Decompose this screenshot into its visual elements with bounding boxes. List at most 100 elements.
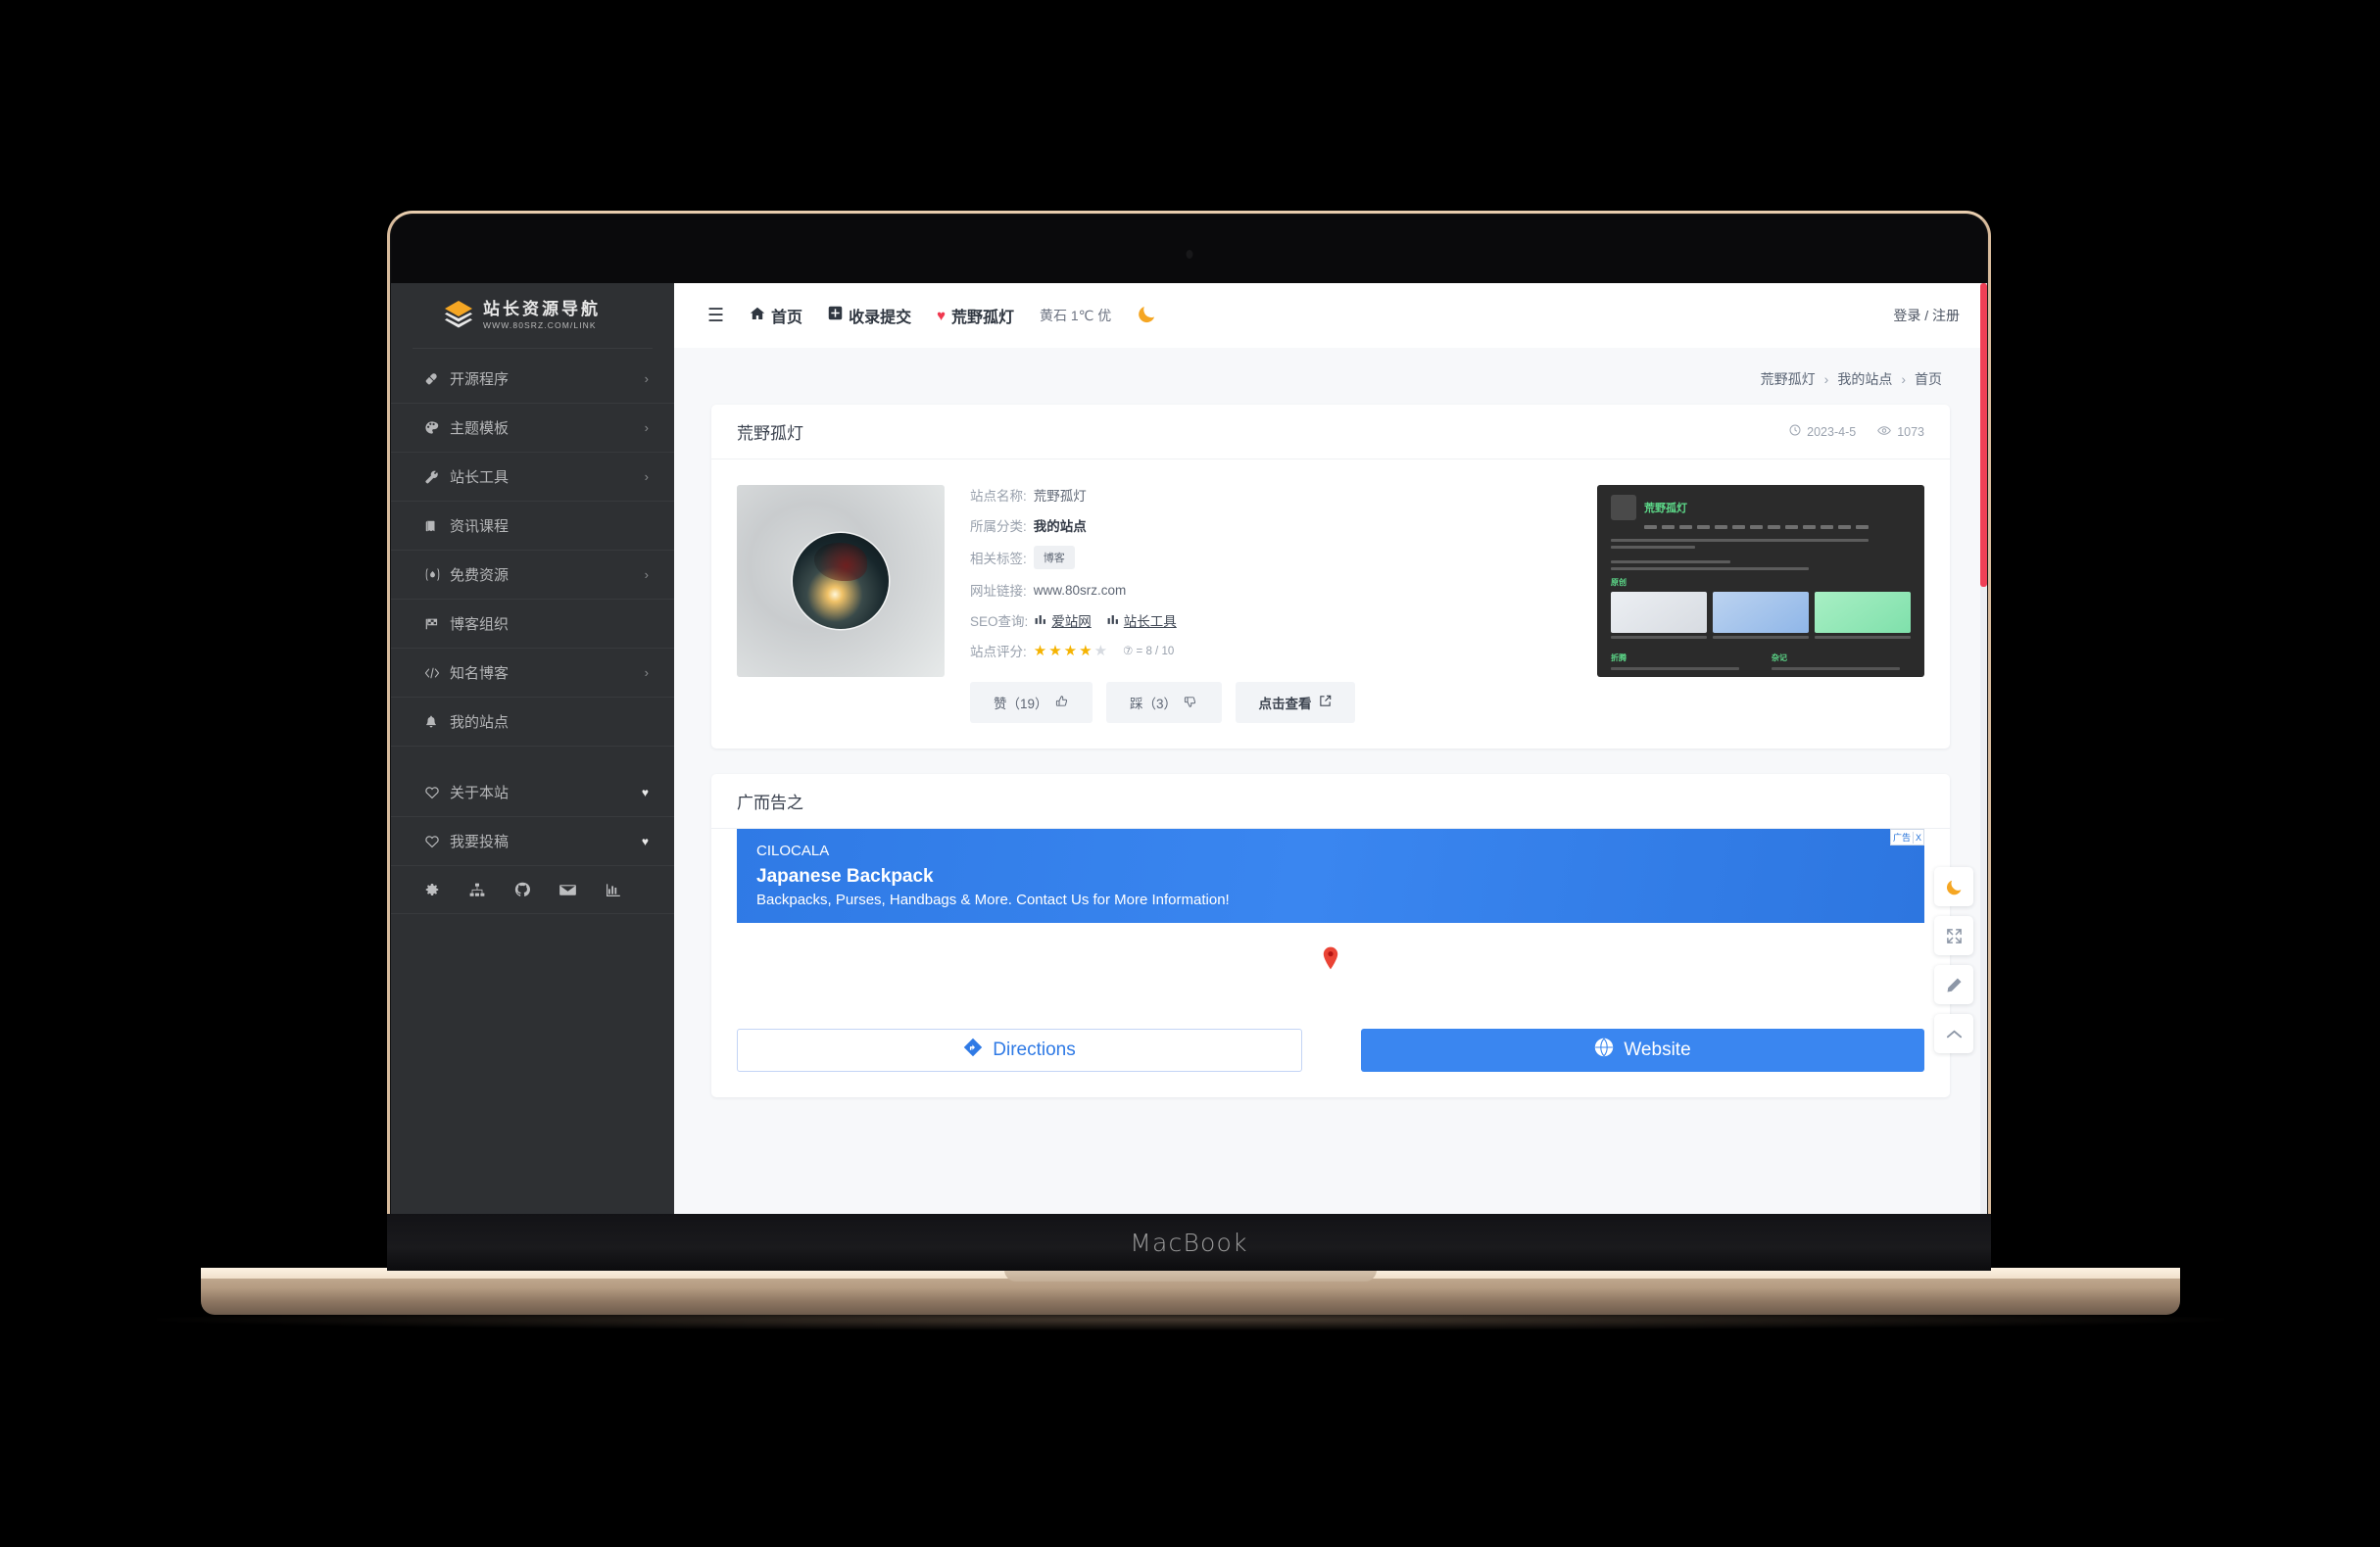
preview-header: 荒野孤灯 (1611, 495, 1911, 520)
fullscreen-button[interactable] (1934, 916, 1973, 955)
mail-icon[interactable] (559, 884, 576, 896)
sitemap-icon[interactable] (469, 883, 485, 897)
sidebar-item-label: 开源程序 (450, 371, 510, 388)
edit-button[interactable] (1934, 965, 1973, 1004)
home-icon (750, 307, 765, 325)
sidebar-item-label: 博客组织 (450, 616, 510, 633)
sidebar-item-label: 主题模板 (450, 420, 510, 437)
external-link-icon (1319, 695, 1332, 710)
site-logo[interactable]: 站长资源导航 WWW.80SRZ.COM/LINK (391, 283, 674, 348)
ad-banner[interactable]: 广告 X CILOCALA Japanese Backpack Backpack… (737, 829, 1924, 923)
sidebar-item-label: 我要投稿 (450, 834, 510, 850)
chevron-right-icon: › (644, 371, 649, 386)
sidebar-item-courses[interactable]: 资讯课程 (391, 502, 674, 551)
laptop-frame: 站长资源导航 WWW.80SRZ.COM/LINK 开源程序 › 主题模板 › … (387, 211, 1991, 1271)
website-button[interactable]: Website (1361, 1029, 1924, 1072)
info-value[interactable]: www.80srz.com (1034, 583, 1127, 598)
device-label: MacBook (1130, 1228, 1248, 1257)
dislike-button[interactable]: 踩（3） (1105, 682, 1222, 723)
tag-badge[interactable]: 博客 (1033, 546, 1075, 569)
weather-widget[interactable]: 黄石 1℃ 优 (1040, 306, 1111, 325)
preview-card-grid (1611, 592, 1911, 633)
sidebar-item-free-resources[interactable]: 免费资源 › (391, 551, 674, 600)
login-register-link[interactable]: 登录 / 注册 (1893, 306, 1960, 325)
lantern-image (793, 533, 889, 629)
sidebar-item-submit[interactable]: 我要投稿 ♥ (391, 817, 674, 866)
gear-icon[interactable] (424, 882, 440, 897)
star-icon[interactable]: ★ (1079, 642, 1092, 659)
nav-home[interactable]: 首页 (750, 304, 802, 327)
sidebar-nav: 开源程序 › 主题模板 › 站长工具 › 资讯课程 免费资源 › 博客组织 知名… (391, 349, 674, 914)
sidebar-item-label: 知名博客 (450, 665, 510, 682)
directions-icon (963, 1038, 983, 1063)
sidebar-item-my-sites[interactable]: 我的站点 (391, 698, 674, 747)
nav-submit[interactable]: 收录提交 (828, 304, 911, 327)
star-icon-empty[interactable]: ★ (1094, 642, 1107, 659)
layers-icon (442, 299, 475, 332)
logo-title: 站长资源导航 (483, 300, 601, 319)
seo-link-chinaz[interactable]: 站长工具 (1107, 610, 1177, 630)
info-value[interactable]: 我的站点 (1034, 515, 1087, 535)
hamburger-icon[interactable]: ☰ (707, 305, 724, 327)
sidebar-item-label: 资讯课程 (450, 518, 510, 535)
action-button-row: 赞（19） 踩（3） 点击查看 (970, 682, 1572, 723)
breadcrumb-item-1[interactable]: 我的站点 (1837, 369, 1892, 389)
thumbs-up-icon (1055, 695, 1069, 711)
back-to-top-button[interactable] (1934, 1014, 1973, 1053)
site-info-list: 站点名称: 荒野孤灯 所属分类: 我的站点 相关标签: 博客 网址链接: www… (970, 485, 1572, 723)
laptop-chin: MacBook (387, 1214, 1991, 1271)
ad-section-title: 广而告之 (737, 794, 803, 812)
info-key: 站点评分: (970, 645, 1027, 659)
plus-square-icon (828, 306, 843, 325)
star-icon[interactable]: ★ (1048, 642, 1061, 659)
screen-viewport: 站长资源导航 WWW.80SRZ.COM/LINK 开源程序 › 主题模板 › … (391, 283, 1987, 1214)
rating-stars[interactable]: ★ ★ ★ ★ ★ (1034, 642, 1107, 659)
page-title: 荒野孤灯 (737, 424, 803, 443)
heart-outline-icon (424, 835, 450, 848)
github-icon[interactable] (514, 882, 530, 897)
site-screenshot-preview[interactable]: 荒野孤灯 原创 折腾 杂记 (1597, 485, 1924, 677)
chart-icon (1107, 613, 1120, 628)
sidebar-social-row (391, 866, 674, 914)
heart-marker-icon: ♥ (641, 834, 649, 848)
star-icon[interactable]: ★ (1064, 642, 1077, 659)
nav-site[interactable]: ♥ 荒野孤灯 (937, 304, 1014, 327)
visit-site-button[interactable]: 点击查看 (1235, 682, 1355, 723)
ad-close-icon[interactable]: X (1912, 831, 1923, 844)
like-button[interactable]: 赞（19） (970, 682, 1093, 723)
night-mode-button[interactable] (1934, 867, 1973, 906)
site-detail-card: 荒野孤灯 2023-4-5 1073 站点名称: 荒野孤灯 所属分类: 我的站点… (711, 405, 1950, 749)
ad-headline: Japanese Backpack (756, 866, 934, 887)
book-icon (424, 519, 450, 533)
breadcrumb-item-0[interactable]: 荒野孤灯 (1761, 369, 1816, 389)
sidebar-item-webmaster-tools[interactable]: 站长工具 › (391, 453, 674, 502)
view-count-value: 1073 (1897, 424, 1924, 439)
site-avatar (737, 485, 945, 677)
ad-map-area[interactable] (711, 923, 1950, 1029)
clock-icon (1789, 424, 1801, 439)
breadcrumb: 荒野孤灯 › 我的站点 › 首页 (711, 348, 1950, 405)
sidebar-item-blog-org[interactable]: 博客组织 (391, 600, 674, 649)
visit-site-label: 点击查看 (1258, 697, 1312, 711)
palette-icon (424, 420, 450, 435)
scrollbar-thumb[interactable] (1980, 283, 1987, 587)
card-header: 荒野孤灯 2023-4-5 1073 (711, 405, 1950, 459)
vertical-scrollbar[interactable] (1980, 283, 1987, 1214)
ad-badge[interactable]: 广告 X (1889, 829, 1924, 846)
sidebar-item-open-source[interactable]: 开源程序 › (391, 355, 674, 404)
sidebar-item-label: 站长工具 (450, 469, 510, 486)
directions-button[interactable]: Directions (737, 1029, 1302, 1072)
seo-link-aizhan[interactable]: 爱站网 (1035, 610, 1092, 630)
info-value: 荒野孤灯 (1033, 489, 1087, 504)
sidebar-item-famous-blogs[interactable]: 知名博客 › (391, 649, 674, 698)
info-key: 相关标签: (970, 552, 1027, 566)
moon-icon[interactable] (1137, 304, 1157, 328)
ad-card-header: 广而告之 (711, 774, 1950, 829)
info-key: SEO查询: (970, 614, 1029, 629)
star-icon[interactable]: ★ (1034, 642, 1046, 659)
scroll-area: 荒野孤灯 › 我的站点 › 首页 荒野孤灯 2023-4-5 1073 站点名称… (674, 348, 1987, 1214)
sidebar-item-about[interactable]: 关于本站 ♥ (391, 768, 674, 817)
sidebar-item-themes[interactable]: 主题模板 › (391, 404, 674, 453)
chart-icon[interactable] (606, 883, 621, 897)
chevron-right-icon: › (644, 665, 649, 680)
